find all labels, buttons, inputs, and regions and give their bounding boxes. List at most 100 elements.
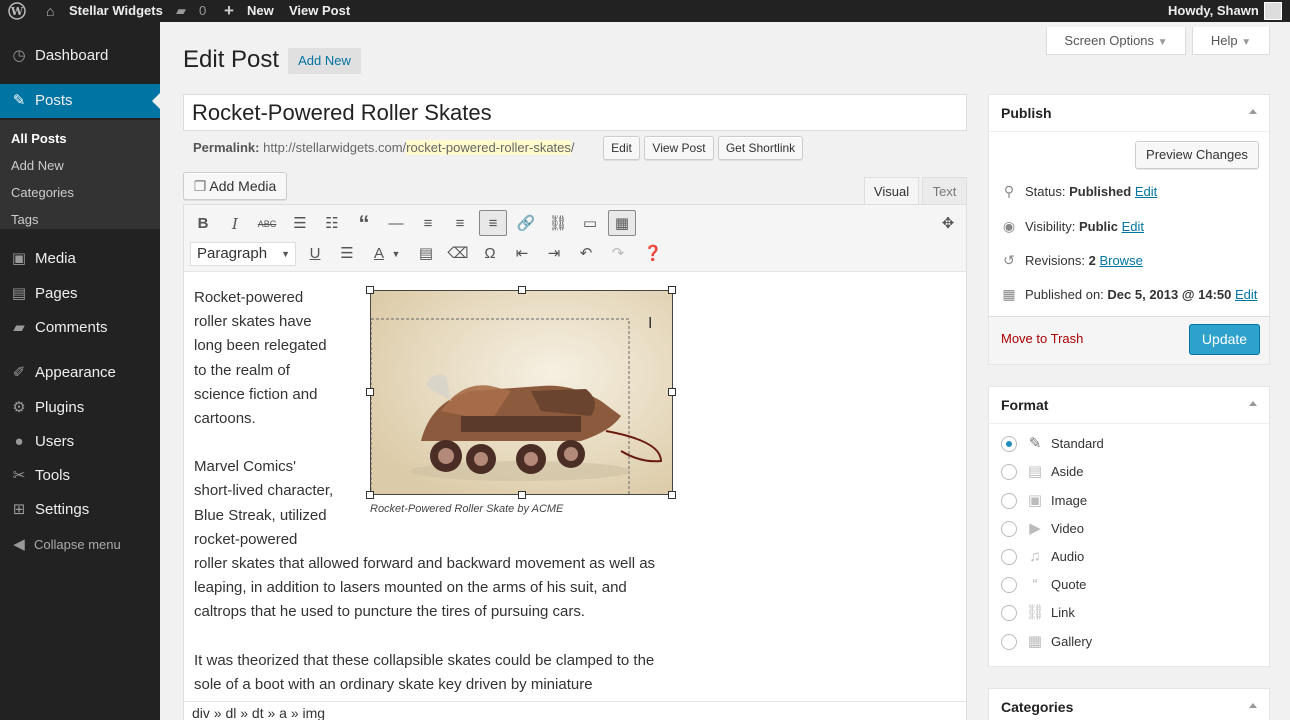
radio-image[interactable] xyxy=(1001,493,1017,509)
wrench-icon: ✂ xyxy=(12,467,26,484)
italic-icon[interactable]: I xyxy=(221,211,249,237)
clear-formatting-icon[interactable]: ⌫ xyxy=(444,241,472,267)
new-content-link[interactable]: New xyxy=(247,0,274,22)
home-icon[interactable]: ⌂ xyxy=(46,0,54,22)
menu-item-dashboard[interactable]: ◷ Dashboard xyxy=(0,39,160,73)
submenu-tags[interactable]: Tags xyxy=(11,206,38,233)
view-post-button[interactable]: View Post xyxy=(644,136,714,160)
post-title-input[interactable]: Rocket-Powered Roller Skates xyxy=(183,94,967,131)
help-icon[interactable]: ❓ xyxy=(639,241,667,267)
paragraph-1: Rocket-powered roller skates have long b… xyxy=(194,286,954,431)
format-label: Video xyxy=(1051,521,1085,536)
plus-icon[interactable]: + xyxy=(224,0,234,22)
radio-audio[interactable] xyxy=(1001,549,1017,565)
revisions-label: Revisions: xyxy=(1025,253,1085,268)
tab-visual[interactable]: Visual xyxy=(864,177,919,205)
menu-item-media[interactable]: ▣ Media xyxy=(0,242,160,276)
numbered-list-icon[interactable]: ☷ xyxy=(318,211,346,237)
menu-item-plugins[interactable]: ⚙ Plugins xyxy=(0,391,160,425)
menu-item-tools[interactable]: ✂ Tools xyxy=(0,459,160,493)
read-more-icon[interactable]: ▭ xyxy=(576,211,604,237)
menu-item-appearance[interactable]: ✐ Appearance xyxy=(0,356,160,390)
bold-icon[interactable]: B xyxy=(189,211,217,237)
align-right-icon[interactable]: ≡ xyxy=(479,210,507,236)
chevron-down-icon[interactable]: ▼ xyxy=(389,241,403,267)
format-label: Standard xyxy=(1051,436,1104,451)
format-label: Gallery xyxy=(1051,634,1093,649)
radio-aside[interactable] xyxy=(1001,464,1017,480)
date-edit-link[interactable]: Edit xyxy=(1235,287,1257,302)
menu-item-posts[interactable]: ✎ Posts xyxy=(0,84,160,118)
paste-text-icon[interactable]: ▤ xyxy=(412,241,440,267)
radio-quote[interactable] xyxy=(1001,577,1017,593)
menu-label: Appearance xyxy=(35,364,116,381)
toolbar-toggle-icon[interactable]: ▦ xyxy=(608,210,636,236)
menu-item-pages[interactable]: ▤ Pages xyxy=(0,277,160,311)
menu-item-users[interactable]: ● Users xyxy=(0,425,160,459)
tab-text[interactable]: Text xyxy=(922,177,967,204)
avatar[interactable] xyxy=(1264,2,1282,20)
remove-link-icon[interactable]: ⛓ xyxy=(544,211,572,237)
submenu-categories[interactable]: Categories xyxy=(11,179,74,206)
format-select[interactable]: Paragraph ▼ xyxy=(190,242,296,266)
site-name-link[interactable]: Stellar Widgets xyxy=(69,0,163,22)
help-button[interactable]: Help ▼ xyxy=(1192,27,1270,55)
admin-menu: ◷ Dashboard ✎ Posts All Posts Add New Ca… xyxy=(0,22,160,720)
radio-video[interactable] xyxy=(1001,521,1017,537)
toggle-arrow-icon[interactable] xyxy=(1249,109,1257,114)
update-button[interactable]: Update xyxy=(1189,324,1260,355)
align-center-icon[interactable]: ≡ xyxy=(446,211,474,237)
submenu-all-posts[interactable]: All Posts xyxy=(11,125,67,152)
chevron-down-icon: ▼ xyxy=(281,249,290,259)
collapse-arrow-icon: ◀ xyxy=(13,536,25,553)
visibility-edit-link[interactable]: Edit xyxy=(1122,219,1144,234)
add-media-button[interactable]: ❐ Add Media xyxy=(183,172,287,200)
radio-standard[interactable] xyxy=(1001,436,1017,452)
howdy-user[interactable]: Howdy, Shawn xyxy=(1168,0,1259,22)
collapse-menu[interactable]: ◀ Collapse menu xyxy=(0,528,160,562)
justify-icon[interactable]: ☰ xyxy=(333,241,361,267)
media-icon: ▣ xyxy=(11,250,27,267)
blockquote-icon[interactable]: “ xyxy=(350,211,378,237)
comments-count[interactable]: 0 xyxy=(199,0,206,22)
underline-icon[interactable]: U xyxy=(301,241,329,267)
radio-link[interactable] xyxy=(1001,605,1017,621)
paragraph-3: It was theorized that these collapsible … xyxy=(194,649,954,697)
wordpress-logo-icon[interactable]: W xyxy=(8,0,28,22)
align-left-icon[interactable]: ≡ xyxy=(414,211,442,237)
strikethrough-icon[interactable]: ABC xyxy=(253,211,281,237)
horizontal-line-icon[interactable]: — xyxy=(382,211,410,237)
comment-bubble-icon[interactable]: ▰ xyxy=(176,0,186,22)
redo-icon[interactable]: ↷ xyxy=(604,241,632,267)
browse-revisions-link[interactable]: Browse xyxy=(1099,253,1142,268)
preview-changes-button[interactable]: Preview Changes xyxy=(1135,141,1259,169)
add-media-icon: ❐ xyxy=(193,178,207,194)
indent-icon[interactable]: ⇥ xyxy=(540,241,568,267)
menu-item-settings[interactable]: ⊞ Settings xyxy=(0,493,160,527)
special-character-icon[interactable]: Ω xyxy=(476,241,504,267)
element-path: div » dl » dt » a » img xyxy=(184,701,966,720)
permalink-slug[interactable]: rocket-powered-roller-skates xyxy=(406,140,571,155)
get-shortlink-button[interactable]: Get Shortlink xyxy=(718,136,803,160)
visibility-row: ◉ Visibility: Public Edit xyxy=(999,216,1144,236)
video-icon: ▶ xyxy=(1029,520,1041,537)
submenu-add-new[interactable]: Add New xyxy=(11,152,64,179)
permalink-edit-button[interactable]: Edit xyxy=(603,136,640,160)
text-line: to the realm of xyxy=(194,361,290,379)
move-to-trash-link[interactable]: Move to Trash xyxy=(1001,331,1083,346)
insert-link-icon[interactable]: 🔗 xyxy=(512,211,540,237)
outdent-icon[interactable]: ⇤ xyxy=(508,241,536,267)
status-edit-link[interactable]: Edit xyxy=(1135,184,1157,199)
view-post-link[interactable]: View Post xyxy=(289,0,350,22)
menu-item-comments[interactable]: ▰ Comments xyxy=(0,311,160,345)
dashboard-icon: ◷ xyxy=(12,47,26,64)
toggle-arrow-icon[interactable] xyxy=(1249,703,1257,708)
toggle-arrow-icon[interactable] xyxy=(1249,401,1257,406)
undo-icon[interactable]: ↶ xyxy=(572,241,600,267)
screen-options-button[interactable]: Screen Options ▼ xyxy=(1046,27,1186,55)
fullscreen-icon[interactable]: ✥ xyxy=(934,211,962,237)
add-new-button[interactable]: Add New xyxy=(288,48,361,74)
radio-gallery[interactable] xyxy=(1001,634,1017,650)
bulleted-list-icon[interactable]: ☰ xyxy=(286,211,314,237)
editor-content[interactable]: Rocket-powered roller skates have long b… xyxy=(194,286,954,697)
